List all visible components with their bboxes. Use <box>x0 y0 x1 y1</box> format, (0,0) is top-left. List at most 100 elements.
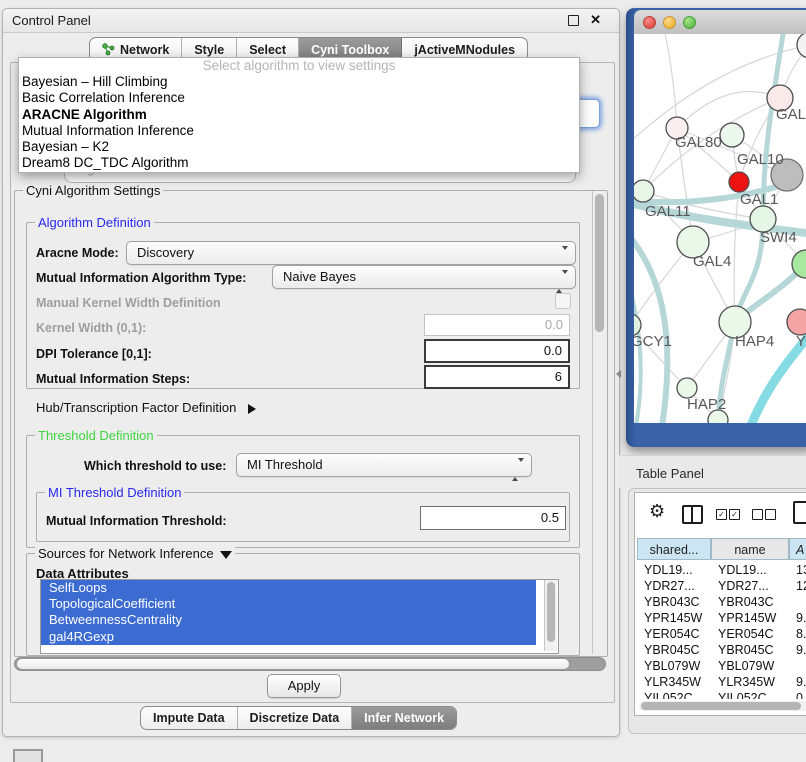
dpi-tolerance-field[interactable]: 0.0 <box>424 339 570 363</box>
algorithm-dropdown-popup: Select algorithm to view settings Bayesi… <box>18 57 580 173</box>
aracne-mode-value: Discovery <box>137 245 194 260</box>
kernel-width-value: 0.0 <box>545 317 563 332</box>
tab-impute-data[interactable]: Impute Data <box>141 707 238 729</box>
which-threshold-combo[interactable]: MI Threshold <box>236 453 532 477</box>
table-horizontal-scrollbar[interactable] <box>639 701 806 711</box>
threshold-definition-title: Threshold Definition <box>35 428 157 443</box>
sources-title-label: Sources for Network Inference <box>38 546 214 561</box>
select-all-checkbox-icon2[interactable]: ✓ <box>729 509 740 520</box>
select-all-checkbox-icon[interactable]: ✓ <box>716 509 727 520</box>
mi-algorithm-type-combo[interactable]: Naive Bayes <box>272 265 576 289</box>
apply-button[interactable]: Apply <box>267 674 341 698</box>
list-item-gal4rgexp[interactable]: gal4RGexp <box>41 629 536 645</box>
tab-discretize-data-label: Discretize Data <box>250 711 340 725</box>
node-label-gal10: GAL10 <box>737 151 784 168</box>
hub-factor-expander-label: Hub/Transcription Factor Definition <box>36 400 236 415</box>
table-row[interactable]: YIL052CYIL052C0. <box>637 690 806 699</box>
node-table-panel: ⚙ ✓ ✓ shared... name A YDL19...YDL19...1… <box>634 492 806 716</box>
table-panel-bar: Table Panel <box>619 455 806 488</box>
sources-title[interactable]: Sources for Network Inference <box>35 546 235 561</box>
network-graph: GAL GAL80 GAL10 GAL1 GAL11 SWI4 GAL4 GCY… <box>634 34 806 423</box>
node-hap2[interactable] <box>677 378 697 398</box>
float-window-icon[interactable] <box>568 15 579 26</box>
node-label-gal80: GAL80 <box>675 134 722 151</box>
table-row[interactable]: YER054CYER054C8. <box>637 626 806 642</box>
tab-discretize-data[interactable]: Discretize Data <box>238 707 353 729</box>
settings-horizontal-scrollbar[interactable] <box>14 657 606 671</box>
table-row[interactable]: YBR043CYBR043C <box>637 594 806 610</box>
algorithm-option-bayesian-hill-climbing[interactable]: Bayesian – Hill Climbing <box>19 74 579 90</box>
algorithm-option-dream8[interactable]: Dream8 DC_TDC Algorithm <box>19 155 579 171</box>
tab-jactivemnodules-label: jActiveMNodules <box>414 43 515 57</box>
hub-factor-expander[interactable]: Hub/Transcription Factor Definition <box>36 400 256 415</box>
tab-infer-network-label: Infer Network <box>364 711 444 725</box>
tab-infer-network[interactable]: Infer Network <box>352 707 456 729</box>
bottom-tabs: Impute Data Discretize Data Infer Networ… <box>140 706 457 730</box>
list-item-topologicalcoefficient[interactable]: TopologicalCoefficient <box>41 596 536 612</box>
mi-steps-field[interactable]: 6 <box>424 365 570 389</box>
dock-icon[interactable] <box>13 749 43 762</box>
close-traffic-icon[interactable] <box>643 16 656 29</box>
node-salmon[interactable] <box>787 309 806 335</box>
table-row[interactable]: YPR145WYPR145W9. <box>637 610 806 626</box>
minimize-traffic-icon[interactable] <box>663 16 676 29</box>
export-table-icon[interactable] <box>793 501 806 524</box>
column-header-shared-name[interactable]: shared... <box>637 538 711 560</box>
data-attributes-list: SelfLoops TopologicalCoefficient Between… <box>40 579 559 654</box>
node-gal11[interactable] <box>634 180 654 202</box>
table-row[interactable]: YDR27...YDR27...12 <box>637 578 806 594</box>
column-header-partial[interactable]: A <box>789 538 806 560</box>
list-scrollbar[interactable] <box>544 580 557 651</box>
stepper-arrows-icon <box>512 459 524 481</box>
network-icon <box>102 43 115 56</box>
splitter-arrow-icon[interactable] <box>616 370 621 378</box>
tab-style-label: Style <box>194 43 224 57</box>
settings-vertical-scrollbar[interactable] <box>592 191 607 654</box>
stepper-arrows-icon <box>556 271 568 293</box>
screen: Control Panel ✕ Network Style Select <box>0 0 806 762</box>
close-icon[interactable]: ✕ <box>590 12 601 28</box>
kernel-width-label: Kernel Width (0,1): <box>36 321 146 335</box>
aracne-mode-combo[interactable]: Discovery <box>126 241 576 265</box>
algorithm-definition-title: Algorithm Definition <box>35 215 154 230</box>
node-label-gal11: GAL11 <box>645 203 691 220</box>
control-panel-title: Control Panel <box>12 13 91 28</box>
algorithm-option-aracne[interactable]: ARACNE Algorithm <box>19 107 579 123</box>
list-item-selfloops[interactable]: SelfLoops <box>41 580 536 596</box>
zoom-traffic-icon[interactable] <box>683 16 696 29</box>
network-canvas[interactable]: GAL GAL80 GAL10 GAL1 GAL11 SWI4 GAL4 GCY… <box>634 34 806 423</box>
mi-threshold-label: Mutual Information Threshold: <box>46 514 227 528</box>
node-gal1-red[interactable] <box>729 172 749 192</box>
table-row[interactable]: YBR045CYBR045C9. <box>637 642 806 658</box>
collapsed-arrow-icon <box>248 404 256 414</box>
node-unlabeled-top[interactable] <box>797 34 806 58</box>
column-layout-icon[interactable] <box>682 505 703 524</box>
mi-threshold-field[interactable]: 0.5 <box>420 506 566 530</box>
algorithm-option-basic-correlation[interactable]: Basic Correlation Inference <box>19 90 579 106</box>
control-panel-titlebar[interactable]: Control Panel ✕ <box>3 9 619 33</box>
mi-threshold-value: 0.5 <box>541 510 559 525</box>
kernel-width-field[interactable]: 0.0 <box>424 314 570 336</box>
list-item-betweennesscentrality[interactable]: BetweennessCentrality <box>41 612 536 628</box>
dpi-tolerance-label: DPI Tolerance [0,1]: <box>36 347 152 361</box>
deselect-checkbox-icon[interactable] <box>752 509 763 520</box>
algorithm-dropdown-placeholder: Select algorithm to view settings <box>19 58 579 74</box>
mi-steps-label: Mutual Information Steps: <box>36 372 190 386</box>
node-label-y: Y <box>796 333 806 350</box>
node-label-hap2: HAP2 <box>687 396 726 413</box>
network-view-titlebar[interactable] <box>634 10 806 35</box>
table-row[interactable]: YBL079WYBL079W <box>637 658 806 674</box>
gear-icon[interactable]: ⚙ <box>649 501 665 522</box>
table-row[interactable]: YDL19...YDL19...13 <box>637 562 806 578</box>
dpi-tolerance-value: 0.0 <box>544 343 562 358</box>
column-header-name[interactable]: name <box>711 538 789 560</box>
deselect-checkbox-icon2[interactable] <box>765 509 776 520</box>
algorithm-option-mutual-information[interactable]: Mutual Information Inference <box>19 123 579 139</box>
which-threshold-label: Which threshold to use: <box>84 459 226 473</box>
node-label-gal: GAL <box>776 106 806 123</box>
node-unlabeled-green[interactable] <box>720 123 744 147</box>
algorithm-option-bayesian-k2[interactable]: Bayesian – K2 <box>19 139 579 155</box>
manual-kernel-width-checkbox[interactable] <box>555 293 571 309</box>
table-row[interactable]: YLR345WYLR345W9. <box>637 674 806 690</box>
expanded-arrow-icon <box>220 551 232 559</box>
